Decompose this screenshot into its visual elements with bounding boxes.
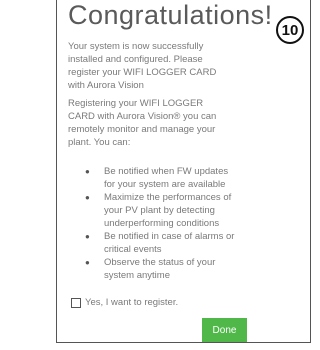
benefit-line: critical events: [104, 244, 162, 255]
register-checkbox[interactable]: [71, 297, 81, 308]
benefit-line: Maximize the performances of: [104, 192, 232, 203]
benefit-item: Be notified when FW updates for your sys…: [68, 165, 268, 191]
benefit-item: Maximize the performances of your PV pla…: [68, 191, 268, 230]
benefit-line: system anytime: [104, 270, 170, 281]
benefit-item: Be notified in case of alarms or critica…: [68, 230, 268, 256]
benefits-list: Be notified when FW updates for your sys…: [68, 165, 268, 282]
intro-line: with Aurora Vision: [68, 80, 144, 91]
registering-line: CARD with Aurora Vision® you can: [68, 111, 217, 122]
registering-text: Registering your WIFI LOGGER CARD with A…: [68, 97, 268, 149]
registering-line: remotely monitor and manage your: [68, 124, 216, 135]
done-button[interactable]: Done: [202, 318, 247, 342]
benefit-line: Be notified when FW updates: [104, 166, 229, 177]
registering-line: plant. You can:: [68, 137, 131, 148]
intro-line: Your system is now successfully: [68, 41, 204, 52]
benefit-line: Observe the status of your: [104, 257, 216, 268]
step-number-badge: 10: [276, 16, 304, 44]
intro-line: register your WIFI LOGGER CARD: [68, 67, 217, 78]
register-checkbox-label[interactable]: Yes, I want to register.: [85, 297, 178, 308]
benefit-line: for your system are available: [104, 179, 226, 190]
benefit-item: Observe the status of your system anytim…: [68, 256, 268, 282]
benefit-line: your PV plant by detecting: [104, 205, 215, 216]
dialog-title: Congratulations!: [68, 0, 273, 30]
intro-text: Your system is now successfully installe…: [68, 40, 268, 92]
register-option: Yes, I want to register.: [71, 297, 178, 308]
benefit-line: Be notified in case of alarms or: [104, 231, 235, 242]
registering-line: Registering your WIFI LOGGER: [68, 98, 204, 109]
intro-line: installed and configured. Please: [68, 54, 203, 65]
benefit-line: underperforming conditions: [104, 218, 220, 229]
